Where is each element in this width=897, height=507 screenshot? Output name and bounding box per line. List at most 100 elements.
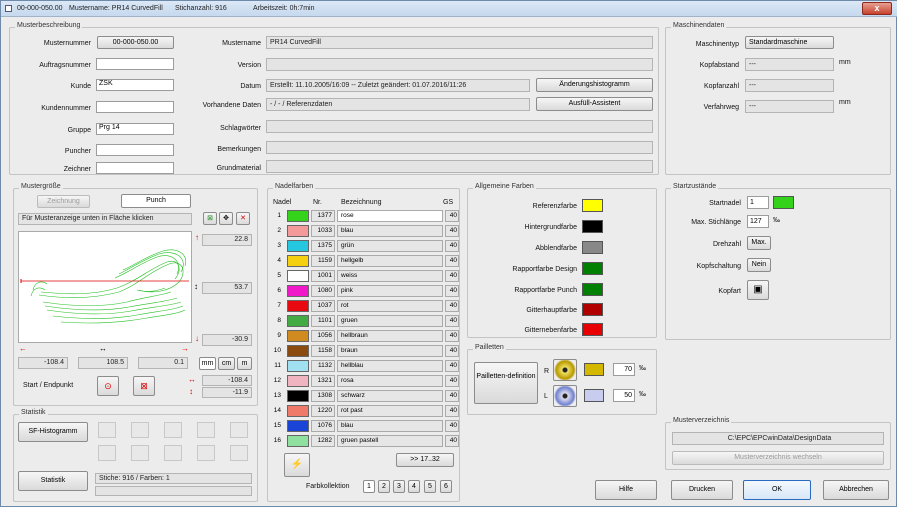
pattern-preview[interactable] <box>18 231 192 343</box>
needle-thread-nr[interactable]: 1220 <box>311 405 335 417</box>
needle-color-swatch[interactable] <box>287 240 309 252</box>
needle-thread-nr[interactable]: 1033 <box>311 225 335 237</box>
pail-r-input[interactable]: 70 <box>613 363 635 376</box>
rapport-punch-swatch[interactable] <box>582 283 603 296</box>
needle-gs[interactable]: 40 <box>445 390 459 402</box>
needle-description[interactable]: grün <box>337 240 443 252</box>
zeichnung-button[interactable]: Zeichnung <box>37 195 90 208</box>
referenzfarbe-swatch[interactable] <box>582 199 603 212</box>
needle-color-swatch[interactable] <box>287 435 309 447</box>
needle-description[interactable]: hellgelb <box>337 255 443 267</box>
needle-gs[interactable]: 40 <box>445 375 459 387</box>
stichlaenge-input[interactable]: 127 <box>747 215 769 228</box>
statistik-button[interactable]: Statistik <box>18 471 88 491</box>
kollektion-2[interactable]: 2 <box>378 480 390 493</box>
needle-description[interactable]: blau <box>337 420 443 432</box>
sequin-r-icon[interactable] <box>553 359 577 381</box>
needle-thread-nr[interactable]: 1375 <box>311 240 335 252</box>
needle-row[interactable]: 16 1282 gruen pastell 40 <box>271 434 471 448</box>
needle-gs[interactable]: 40 <box>445 435 459 447</box>
print-button[interactable]: Drucken <box>671 480 733 500</box>
ok-button[interactable]: OK <box>743 480 811 500</box>
needle-description[interactable]: rose <box>337 210 443 222</box>
kollektion-5[interactable]: 5 <box>424 480 436 493</box>
pailletten-definition-button[interactable]: Pailletten-definition <box>474 362 538 404</box>
move-icon[interactable]: ✥ <box>219 212 233 225</box>
needle-row[interactable]: 13 1308 schwarz 40 <box>271 389 471 403</box>
hintergrundfarbe-swatch[interactable] <box>582 220 603 233</box>
needle-row[interactable]: 8 1101 gruen 40 <box>271 314 471 328</box>
history-button[interactable]: Änderungshistogramm <box>536 78 653 92</box>
unit-m-button[interactable]: m <box>237 357 252 370</box>
mustername-field[interactable]: PR14 CurvedFill <box>266 36 653 49</box>
needle-color-swatch[interactable] <box>287 345 309 357</box>
needle-row[interactable]: 7 1037 rot 40 <box>271 299 471 313</box>
needle-description[interactable]: gruen pastell <box>337 435 443 447</box>
needle-row[interactable]: 14 1220 rot past 40 <box>271 404 471 418</box>
needle-thread-nr[interactable]: 1080 <box>311 285 335 297</box>
unit-mm-button[interactable]: mm <box>199 357 216 370</box>
schlagwoerter-field[interactable] <box>266 120 653 133</box>
needle-thread-nr[interactable]: 1056 <box>311 330 335 342</box>
needle-gs[interactable]: 40 <box>445 345 459 357</box>
needle-color-swatch[interactable] <box>287 300 309 312</box>
kundennummer-input[interactable] <box>96 101 174 113</box>
needle-description[interactable]: weiss <box>337 270 443 282</box>
needle-color-swatch[interactable] <box>287 225 309 237</box>
musternummer-button[interactable]: 00-000-050.00 <box>97 36 174 49</box>
needle-gs[interactable]: 40 <box>445 330 459 342</box>
needle-row[interactable]: 12 1321 rosa 40 <box>271 374 471 388</box>
next-needles-button[interactable]: >> 17..32 <box>396 453 454 467</box>
kopfart-icon[interactable]: ▣ <box>747 280 769 300</box>
needle-thread-nr[interactable]: 1282 <box>311 435 335 447</box>
pail-l-swatch[interactable] <box>584 389 604 402</box>
needle-thread-nr[interactable]: 1158 <box>311 345 335 357</box>
drehzahl-button[interactable]: Max. <box>747 236 771 250</box>
gruppe-input[interactable]: Prg 14 <box>96 123 174 135</box>
rapport-design-swatch[interactable] <box>582 262 603 275</box>
needle-thread-nr[interactable]: 1308 <box>311 390 335 402</box>
change-directory-button[interactable]: Musterverzeichnis wechseln <box>672 451 884 465</box>
grundmaterial-field[interactable] <box>266 160 653 173</box>
delete-icon[interactable]: ✕ <box>236 212 250 225</box>
needle-gs[interactable]: 40 <box>445 300 459 312</box>
needle-color-swatch[interactable] <box>287 375 309 387</box>
needle-color-swatch[interactable] <box>287 405 309 417</box>
needle-description[interactable]: pink <box>337 285 443 297</box>
needle-row[interactable]: 1 1377 rose 40 <box>271 209 471 223</box>
needle-gs[interactable]: 40 <box>445 285 459 297</box>
kollektion-4[interactable]: 4 <box>408 480 420 493</box>
sequin-l-icon[interactable] <box>553 385 577 407</box>
kollektion-1[interactable]: 1 <box>363 480 375 493</box>
needle-row[interactable]: 6 1080 pink 40 <box>271 284 471 298</box>
needle-row[interactable]: 5 1001 weiss 40 <box>271 269 471 283</box>
needle-row[interactable]: 3 1375 grün 40 <box>271 239 471 253</box>
needle-row[interactable]: 9 1056 hellbraun 40 <box>271 329 471 343</box>
cancel-button[interactable]: Abbrechen <box>823 480 889 500</box>
close-button[interactable]: x <box>862 2 892 15</box>
needle-description[interactable]: hellblau <box>337 360 443 372</box>
kollektion-3[interactable]: 3 <box>393 480 405 493</box>
needle-gs[interactable]: 40 <box>445 210 459 222</box>
needle-color-swatch[interactable] <box>287 390 309 402</box>
needle-thread-nr[interactable]: 1001 <box>311 270 335 282</box>
needle-color-swatch[interactable] <box>287 255 309 267</box>
needle-thread-nr[interactable]: 1159 <box>311 255 335 267</box>
needle-color-swatch[interactable] <box>287 420 309 432</box>
needle-gs[interactable]: 40 <box>445 405 459 417</box>
pail-r-swatch[interactable] <box>584 363 604 376</box>
needle-gs[interactable]: 40 <box>445 420 459 432</box>
help-button[interactable]: Hilfe <box>595 480 657 500</box>
needle-thread-nr[interactable]: 1076 <box>311 420 335 432</box>
auftrag-input[interactable] <box>96 58 174 70</box>
needle-thread-nr[interactable]: 1321 <box>311 375 335 387</box>
kunde-input[interactable]: ZSK <box>96 79 174 91</box>
zeichner-input[interactable] <box>96 162 174 174</box>
needle-description[interactable]: gruen <box>337 315 443 327</box>
needle-thread-nr[interactable]: 1132 <box>311 360 335 372</box>
fit-icon[interactable]: ⊠ <box>203 212 217 225</box>
needle-description[interactable]: schwarz <box>337 390 443 402</box>
startnadel-input[interactable]: 1 <box>747 196 769 209</box>
needle-description[interactable]: braun <box>337 345 443 357</box>
needle-color-swatch[interactable] <box>287 270 309 282</box>
